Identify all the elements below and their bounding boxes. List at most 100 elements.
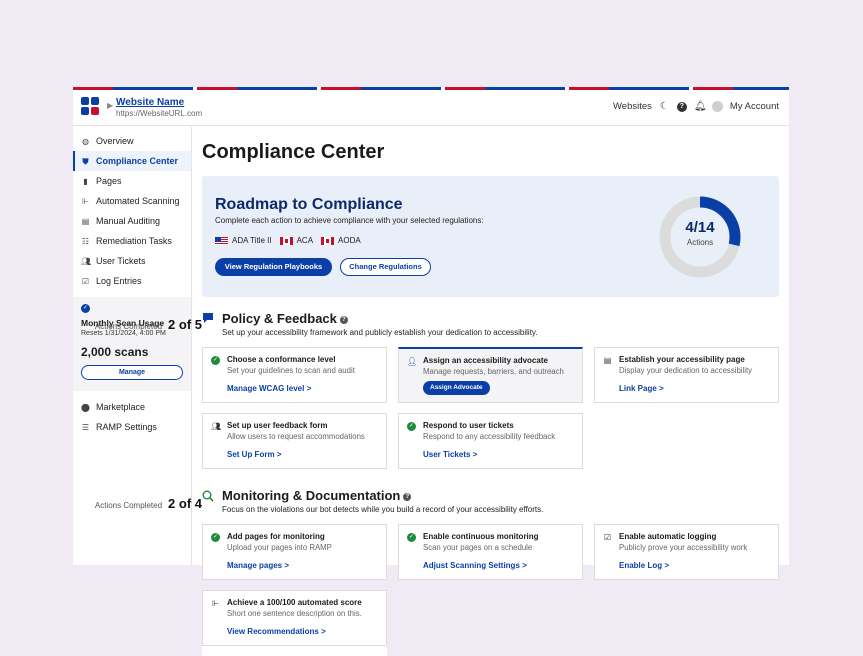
action-card: 👤︎ Assign an accessibility advocate Mana…	[398, 347, 583, 403]
card-description: Display your dedication to accessibility	[619, 366, 753, 375]
sidebar-item-overview[interactable]: ◍ Overview	[73, 131, 191, 151]
card-title: Assign an accessibility advocate	[423, 356, 548, 365]
policy-section-title: Policy & Feedback?	[222, 311, 348, 326]
card-description: Set your guidelines to scan and audit	[227, 366, 355, 375]
moon-icon[interactable]: ☾	[659, 101, 670, 112]
change-regulations-button[interactable]: Change Regulations	[340, 258, 431, 276]
sidebar-item-label: Pages	[96, 176, 122, 186]
monitoring-section-subtitle: Focus on the violations our bot detects …	[222, 505, 544, 514]
monitoring-actions-completed: Actions Completed 2 of 4	[95, 496, 202, 511]
help-icon[interactable]: ?	[339, 316, 348, 324]
scan-icon: ⊩	[82, 196, 89, 206]
sidebar-item-label: User Tickets	[96, 256, 146, 266]
check-icon: ✓	[211, 533, 220, 542]
card-link[interactable]: Manage WCAG level >	[227, 384, 311, 393]
progress-label: Actions	[686, 238, 714, 247]
regulation-label: ACA	[296, 236, 314, 245]
card-link[interactable]: Enable Log >	[619, 561, 669, 570]
progress-text: 4/14 Actions	[657, 219, 743, 247]
avatar-icon[interactable]	[711, 101, 723, 112]
log-icon: ☑	[603, 533, 612, 542]
clipboard-icon: ▤	[81, 216, 90, 226]
action-card: ⊩ Achieve a 100/100 automated score Shor…	[202, 590, 387, 646]
policy-actions-completed: Actions Completed 2 of 5	[95, 317, 202, 332]
websites-link[interactable]: Websites	[613, 101, 652, 112]
manage-usage-button[interactable]: Manage	[81, 365, 183, 380]
assign-advocate-button[interactable]: Assign Advocate	[423, 381, 490, 395]
canada-flag-icon	[279, 236, 293, 245]
regulation-label: AODA	[338, 236, 361, 245]
log-icon: ☑	[81, 276, 90, 286]
regulation-item: ACA	[279, 236, 314, 245]
page-title: Compliance Center	[202, 141, 385, 163]
sidebar-item-marketplace[interactable]: ⬤ Marketplace	[73, 397, 191, 417]
sidebar-item-automated-scanning[interactable]: ⊩ Automated Scanning	[73, 191, 191, 211]
card-title: Establish your accessibility page	[619, 355, 745, 364]
expand-caret-icon[interactable]: ▶	[107, 101, 113, 110]
content-continuation	[202, 646, 387, 656]
card-title: Respond to user tickets	[423, 421, 514, 430]
card-link[interactable]: Adjust Scanning Settings >	[423, 561, 527, 570]
site-name-link[interactable]: Website Name	[116, 97, 184, 108]
card-link[interactable]: View Recommendations >	[227, 627, 326, 636]
bell-icon[interactable]: 🔔︎	[694, 101, 707, 112]
card-description: Scan your pages on a schedule	[423, 543, 533, 552]
check-icon: ✓	[407, 533, 416, 542]
help-icon[interactable]: ?	[403, 493, 412, 501]
action-card: ✓ Respond to user tickets Respond to any…	[398, 413, 583, 469]
chat-icon: ▤	[603, 356, 612, 365]
shield-icon: ⛊	[82, 156, 89, 166]
actions-value: 2 of 5	[168, 317, 202, 332]
sidebar-item-label: RAMP Settings	[96, 422, 157, 432]
usage-count: 2,000 scans	[81, 345, 149, 359]
list-icon: ☷	[81, 236, 90, 246]
users-icon: 👥︎	[211, 422, 222, 431]
app-logo	[81, 97, 99, 115]
card-title: Enable continuous monitoring	[423, 532, 539, 541]
actions-value: 2 of 4	[168, 496, 202, 511]
scan-icon: ⊩	[212, 599, 219, 608]
sidebar-item-manual-auditing[interactable]: ▤ Manual Auditing	[73, 211, 191, 231]
card-link[interactable]: Link Page >	[619, 384, 664, 393]
sidebar-item-pages[interactable]: ▮ Pages	[73, 171, 191, 191]
top-bar: ▶ Website Name https://WebsiteURL.com We…	[73, 90, 789, 126]
check-icon: ✓	[211, 356, 220, 365]
chat-icon	[203, 313, 213, 323]
roadmap-card: Roadmap to Compliance Complete each acti…	[202, 176, 779, 297]
sidebar-item-label: Overview	[96, 136, 134, 146]
card-description: Short one sentence description on this.	[227, 609, 362, 618]
card-link[interactable]: User Tickets >	[423, 450, 477, 459]
sidebar-item-user-tickets[interactable]: 👥︎ User Tickets	[73, 251, 191, 271]
file-icon: ▮	[83, 176, 88, 186]
sidebar-item-label: Log Entries	[96, 276, 142, 286]
check-badge-icon: ✓	[81, 304, 90, 313]
actions-label: Actions Completed	[94, 501, 163, 510]
card-description: Upload your pages into RAMP	[227, 543, 332, 552]
regulation-label: ADA Title II	[232, 236, 272, 245]
help-icon[interactable]: ?	[676, 101, 687, 112]
action-card: ▤ Establish your accessibility page Disp…	[594, 347, 779, 403]
account-link[interactable]: My Account	[730, 101, 779, 112]
progress-value: 4/14	[685, 219, 715, 236]
regulation-list: ADA Title II ACA AODA	[215, 236, 361, 245]
action-card: ✓ Enable continuous monitoring Scan your…	[398, 524, 583, 580]
dashboard-icon: ◍	[82, 136, 89, 146]
view-playbooks-button[interactable]: View Regulation Playbooks	[215, 258, 332, 276]
sidebar-item-label: Manual Auditing	[96, 216, 161, 226]
card-description: Manage requests, barriers, and outreach	[423, 367, 564, 376]
action-card: ☑ Enable automatic logging Publicly prov…	[594, 524, 779, 580]
card-link[interactable]: Set Up Form >	[227, 450, 281, 459]
sidebar-item-log-entries[interactable]: ☑ Log Entries	[73, 271, 191, 291]
sidebar-item-remediation-tasks[interactable]: ☷ Remediation Tasks	[73, 231, 191, 251]
sidebar-item-ramp-settings[interactable]: ☰ RAMP Settings	[73, 417, 191, 437]
policy-section-subtitle: Set up your accessibility framework and …	[222, 328, 538, 337]
settings-icon: ☰	[81, 422, 90, 432]
canada-flag-icon	[321, 236, 335, 245]
users-icon: 👥︎	[81, 256, 92, 266]
marketplace-icon: ⬤	[81, 402, 90, 412]
sidebar-item-compliance-center[interactable]: ⛊ Compliance Center	[73, 151, 191, 171]
sidebar-item-label: Compliance Center	[96, 156, 179, 166]
card-link[interactable]: Manage pages >	[227, 561, 289, 570]
app-window: ▶ Website Name https://WebsiteURL.com We…	[73, 87, 789, 580]
sidebar-item-label: Automated Scanning	[96, 196, 180, 206]
